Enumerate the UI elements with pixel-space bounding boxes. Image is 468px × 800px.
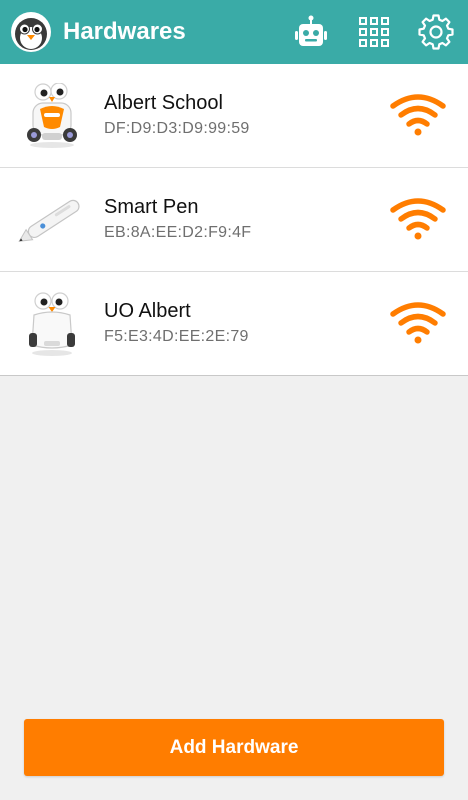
settings-button[interactable]: [418, 14, 454, 50]
smart-pen-image: [16, 184, 88, 256]
gear-icon: [418, 14, 454, 50]
hardware-name: Albert School: [104, 92, 223, 114]
penguin-logo-icon: [11, 12, 51, 52]
hardware-name: Smart Pen: [104, 196, 199, 218]
wifi-signal-icon: [388, 302, 448, 346]
wifi-signal-icon: [388, 198, 448, 242]
grid-icon: [359, 17, 389, 47]
albert-school-robot-image: [16, 80, 88, 152]
hardware-item-albert-school[interactable]: Albert School DF:D9:D3:D9:99:59: [0, 64, 468, 168]
hardware-address: F5:E3:4D:EE:2E:79: [104, 328, 249, 345]
hardware-address: EB:8A:EE:D2:F9:4F: [104, 224, 252, 241]
hardware-list: Albert School DF:D9:D3:D9:99:59 Smart Pe…: [0, 64, 468, 376]
add-hardware-button[interactable]: Add Hardware: [24, 719, 444, 776]
app-bar: Hardwares: [0, 0, 468, 64]
hardware-item-uo-albert[interactable]: UO Albert F5:E3:4D:EE:2E:79: [0, 272, 468, 376]
page-title: Hardwares: [63, 18, 186, 45]
robot-button[interactable]: [293, 14, 329, 50]
grid-button[interactable]: [356, 14, 392, 50]
hardware-name: UO Albert: [104, 300, 191, 322]
hardware-address: DF:D9:D3:D9:99:59: [104, 120, 250, 137]
wifi-signal-icon: [388, 94, 448, 138]
robot-icon: [295, 15, 327, 46]
hardware-item-smart-pen[interactable]: Smart Pen EB:8A:EE:D2:F9:4F: [0, 168, 468, 272]
uo-albert-robot-image: [16, 288, 88, 360]
